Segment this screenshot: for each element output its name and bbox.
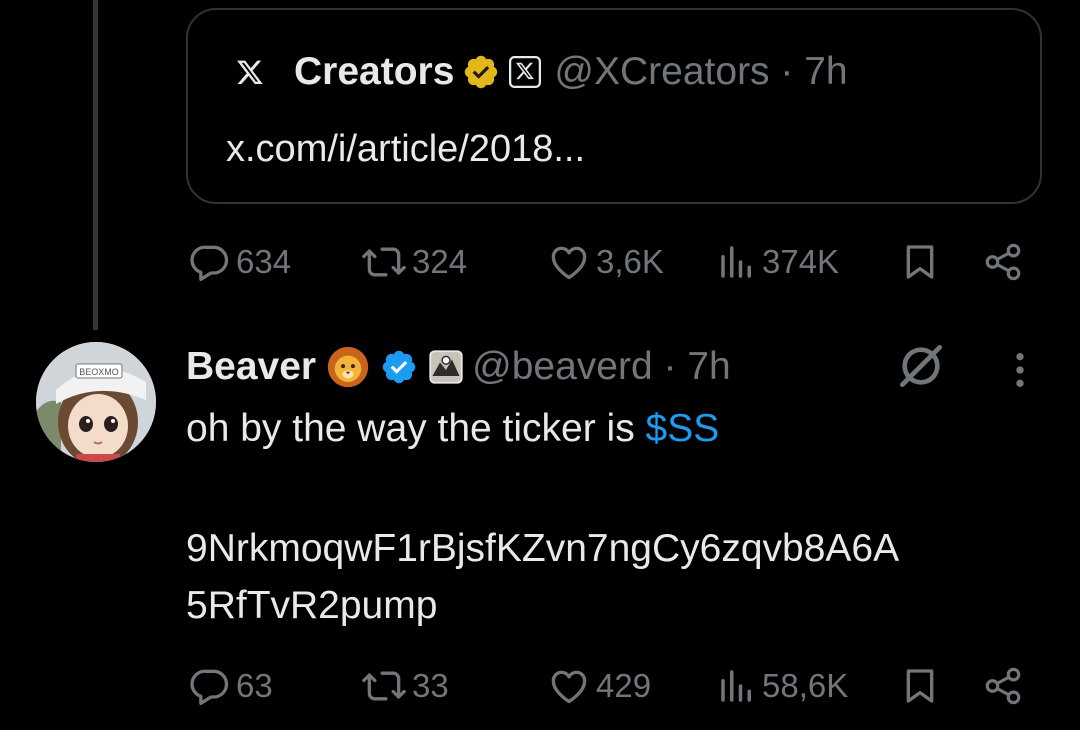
- bookmark-button[interactable]: [900, 662, 940, 710]
- like-button[interactable]: 429: [546, 662, 651, 710]
- reply-icon: [190, 669, 229, 706]
- like-count: 3,6K: [596, 243, 664, 280]
- avatar-image: BEOXMO: [36, 342, 156, 462]
- share-icon: [985, 667, 1021, 705]
- quoted-post-header: Creators @XCreators · 7h: [236, 50, 848, 94]
- like-count: 429: [596, 667, 652, 704]
- bookmark-button[interactable]: [900, 238, 940, 286]
- reply-author-name[interactable]: Beaver: [186, 345, 316, 389]
- reply-icon: [190, 245, 229, 282]
- reply-count: 634: [236, 243, 292, 280]
- share-button[interactable]: [982, 662, 1024, 710]
- lion-emoji-icon: [327, 346, 369, 388]
- blue-verified-badge-icon: [382, 350, 416, 384]
- gold-verified-badge-icon: [465, 55, 498, 89]
- repost-button[interactable]: 324: [360, 238, 467, 286]
- reply-header: Beaver @beaverd · 7h: [186, 344, 731, 390]
- contract-address-line2: 5RfTvR2pump: [186, 584, 438, 627]
- separator-dot: ·: [652, 345, 688, 388]
- bookmark-icon: [906, 245, 934, 279]
- x-affiliate-badge-icon: [509, 55, 542, 89]
- views-icon: [721, 670, 751, 702]
- bookmark-icon: [906, 669, 934, 703]
- views-count: 374K: [762, 243, 840, 280]
- views-button[interactable]: 374K: [716, 238, 839, 286]
- contract-address-line1: 9NrkmoqwF1rBjsfKZvn7ngCy6zqvb8A6A: [186, 527, 900, 570]
- reply-text: oh by the way the ticker is $SS: [186, 400, 719, 458]
- quoted-author-name[interactable]: Creators: [294, 50, 454, 94]
- reply-text-main: oh by the way the ticker is: [186, 407, 646, 450]
- more-icon[interactable]: [1008, 350, 1032, 390]
- views-button[interactable]: 58,6K: [716, 662, 848, 710]
- repost-count: 324: [412, 243, 468, 280]
- like-icon: [551, 670, 587, 704]
- views-icon: [721, 246, 751, 278]
- avatar[interactable]: BEOXMO: [36, 342, 156, 462]
- thread-connector-line: [93, 0, 98, 330]
- quoted-post-link[interactable]: x.com/i/article/2018...: [226, 128, 585, 171]
- avatar-cap-text: BEOXMO: [79, 367, 119, 377]
- reply-post-actions: 63 33 429 58,6K: [188, 662, 1028, 710]
- quoted-post-card[interactable]: Creators @XCreators · 7h x.com/i/article…: [186, 8, 1042, 204]
- contract-address: 9NrkmoqwF1rBjsfKZvn7ngCy6zqvb8A6A 5RfTvR…: [186, 520, 899, 634]
- mute-icon[interactable]: [893, 338, 949, 394]
- like-icon: [551, 246, 587, 280]
- like-button[interactable]: 3,6K: [546, 238, 664, 286]
- reply-count: 63: [236, 667, 273, 704]
- cashtag-link[interactable]: $SS: [646, 407, 720, 450]
- separator-dot: ·: [769, 50, 805, 93]
- quoted-author-handle[interactable]: @XCreators: [554, 50, 769, 94]
- reply-author-handle[interactable]: @beaverd: [472, 345, 653, 389]
- reply-button[interactable]: 63: [188, 662, 273, 710]
- reply-time[interactable]: 7h: [687, 345, 730, 389]
- x-logo-icon: [237, 60, 263, 85]
- repost-button[interactable]: 33: [360, 662, 449, 710]
- quoted-post-actions: 634 324 3,6K 374K: [188, 238, 1028, 286]
- views-count: 58,6K: [762, 667, 849, 704]
- share-button[interactable]: [982, 238, 1024, 286]
- repost-count: 33: [412, 667, 449, 704]
- affiliate-badge-icon: [429, 350, 463, 384]
- repost-icon: [362, 671, 406, 701]
- reply-button[interactable]: 634: [188, 238, 291, 286]
- repost-icon: [362, 247, 406, 277]
- share-icon: [985, 243, 1021, 281]
- quoted-post-time[interactable]: 7h: [804, 50, 847, 94]
